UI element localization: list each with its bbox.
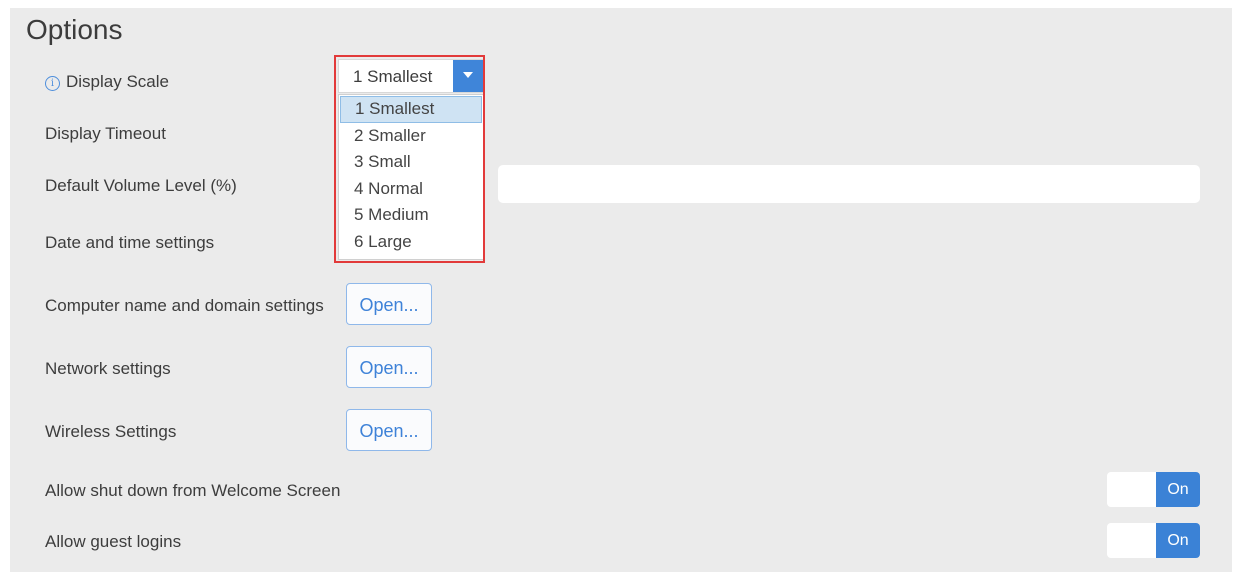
highlight-annotation-box	[334, 55, 485, 263]
display-scale-label: Display Scale	[66, 72, 169, 91]
default-volume-label: Default Volume Level (%)	[45, 176, 237, 195]
allow-shutdown-toggle[interactable]: On	[1107, 472, 1200, 507]
toggle-on-label: On	[1156, 472, 1200, 507]
computer-name-label: Computer name and domain settings	[45, 296, 324, 315]
network-settings-open-button[interactable]: Open...	[346, 346, 432, 388]
network-settings-label: Network settings	[45, 359, 171, 378]
page-title: Options	[26, 14, 123, 45]
default-volume-input[interactable]	[498, 165, 1200, 203]
toggle-on-label: On	[1156, 523, 1200, 558]
allow-guest-toggle[interactable]: On	[1107, 523, 1200, 558]
allow-shutdown-label: Allow shut down from Welcome Screen	[45, 481, 341, 500]
allow-guest-label: Allow guest logins	[45, 532, 182, 551]
computer-name-open-button[interactable]: Open...	[346, 283, 432, 325]
date-time-label: Date and time settings	[45, 233, 215, 252]
display-scale-row: i Display Scale	[45, 72, 169, 92]
wireless-settings-label: Wireless Settings	[45, 422, 177, 441]
wireless-settings-open-button[interactable]: Open...	[346, 409, 432, 451]
info-icon[interactable]: i	[45, 76, 60, 91]
options-panel: Options i Display Scale Display Timeout D…	[10, 8, 1232, 572]
display-timeout-label: Display Timeout	[45, 124, 166, 143]
